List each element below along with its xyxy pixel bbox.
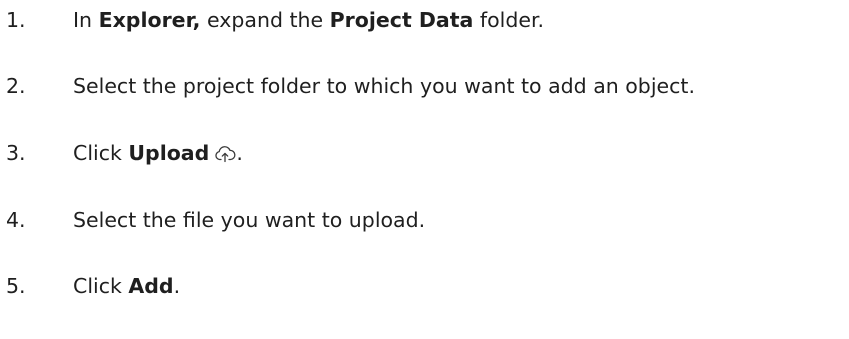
step-text-part: expand the xyxy=(200,8,330,32)
step-number: 1. xyxy=(6,8,26,32)
step-text-part: . xyxy=(236,141,243,165)
step-number: 4. xyxy=(6,208,26,232)
step-3: 3. Click Upload. xyxy=(0,138,849,168)
step-text: Select the project folder to which you w… xyxy=(73,74,695,98)
step-text-part: In xyxy=(73,8,99,32)
cloud-upload-icon xyxy=(214,141,236,163)
step-text-part: Click xyxy=(73,141,129,165)
step-5: 5. Click Add. xyxy=(0,271,849,301)
step-text-part: folder. xyxy=(473,8,545,32)
add-label: Add xyxy=(128,274,174,298)
step-text-part: . xyxy=(173,274,181,298)
step-text: Select the file you want to upload. xyxy=(73,208,426,232)
step-number: 3. xyxy=(6,141,26,165)
step-text-part: Click xyxy=(73,274,129,298)
step-1: 1. In Explorer, expand the Project Data … xyxy=(0,5,849,35)
step-4: 4. Select the file you want to upload. xyxy=(0,205,849,235)
step-text: Click Upload. xyxy=(73,138,243,168)
upload-label: Upload xyxy=(128,141,210,165)
explorer-label: Explorer, xyxy=(98,8,201,32)
project-data-label: Project Data xyxy=(329,8,474,32)
step-2: 2. Select the project folder to which yo… xyxy=(0,71,849,101)
step-text: In Explorer, expand the Project Data fol… xyxy=(73,5,544,35)
step-text: Click Add. xyxy=(73,271,180,301)
step-number: 2. xyxy=(6,74,26,98)
step-number: 5. xyxy=(6,274,26,298)
